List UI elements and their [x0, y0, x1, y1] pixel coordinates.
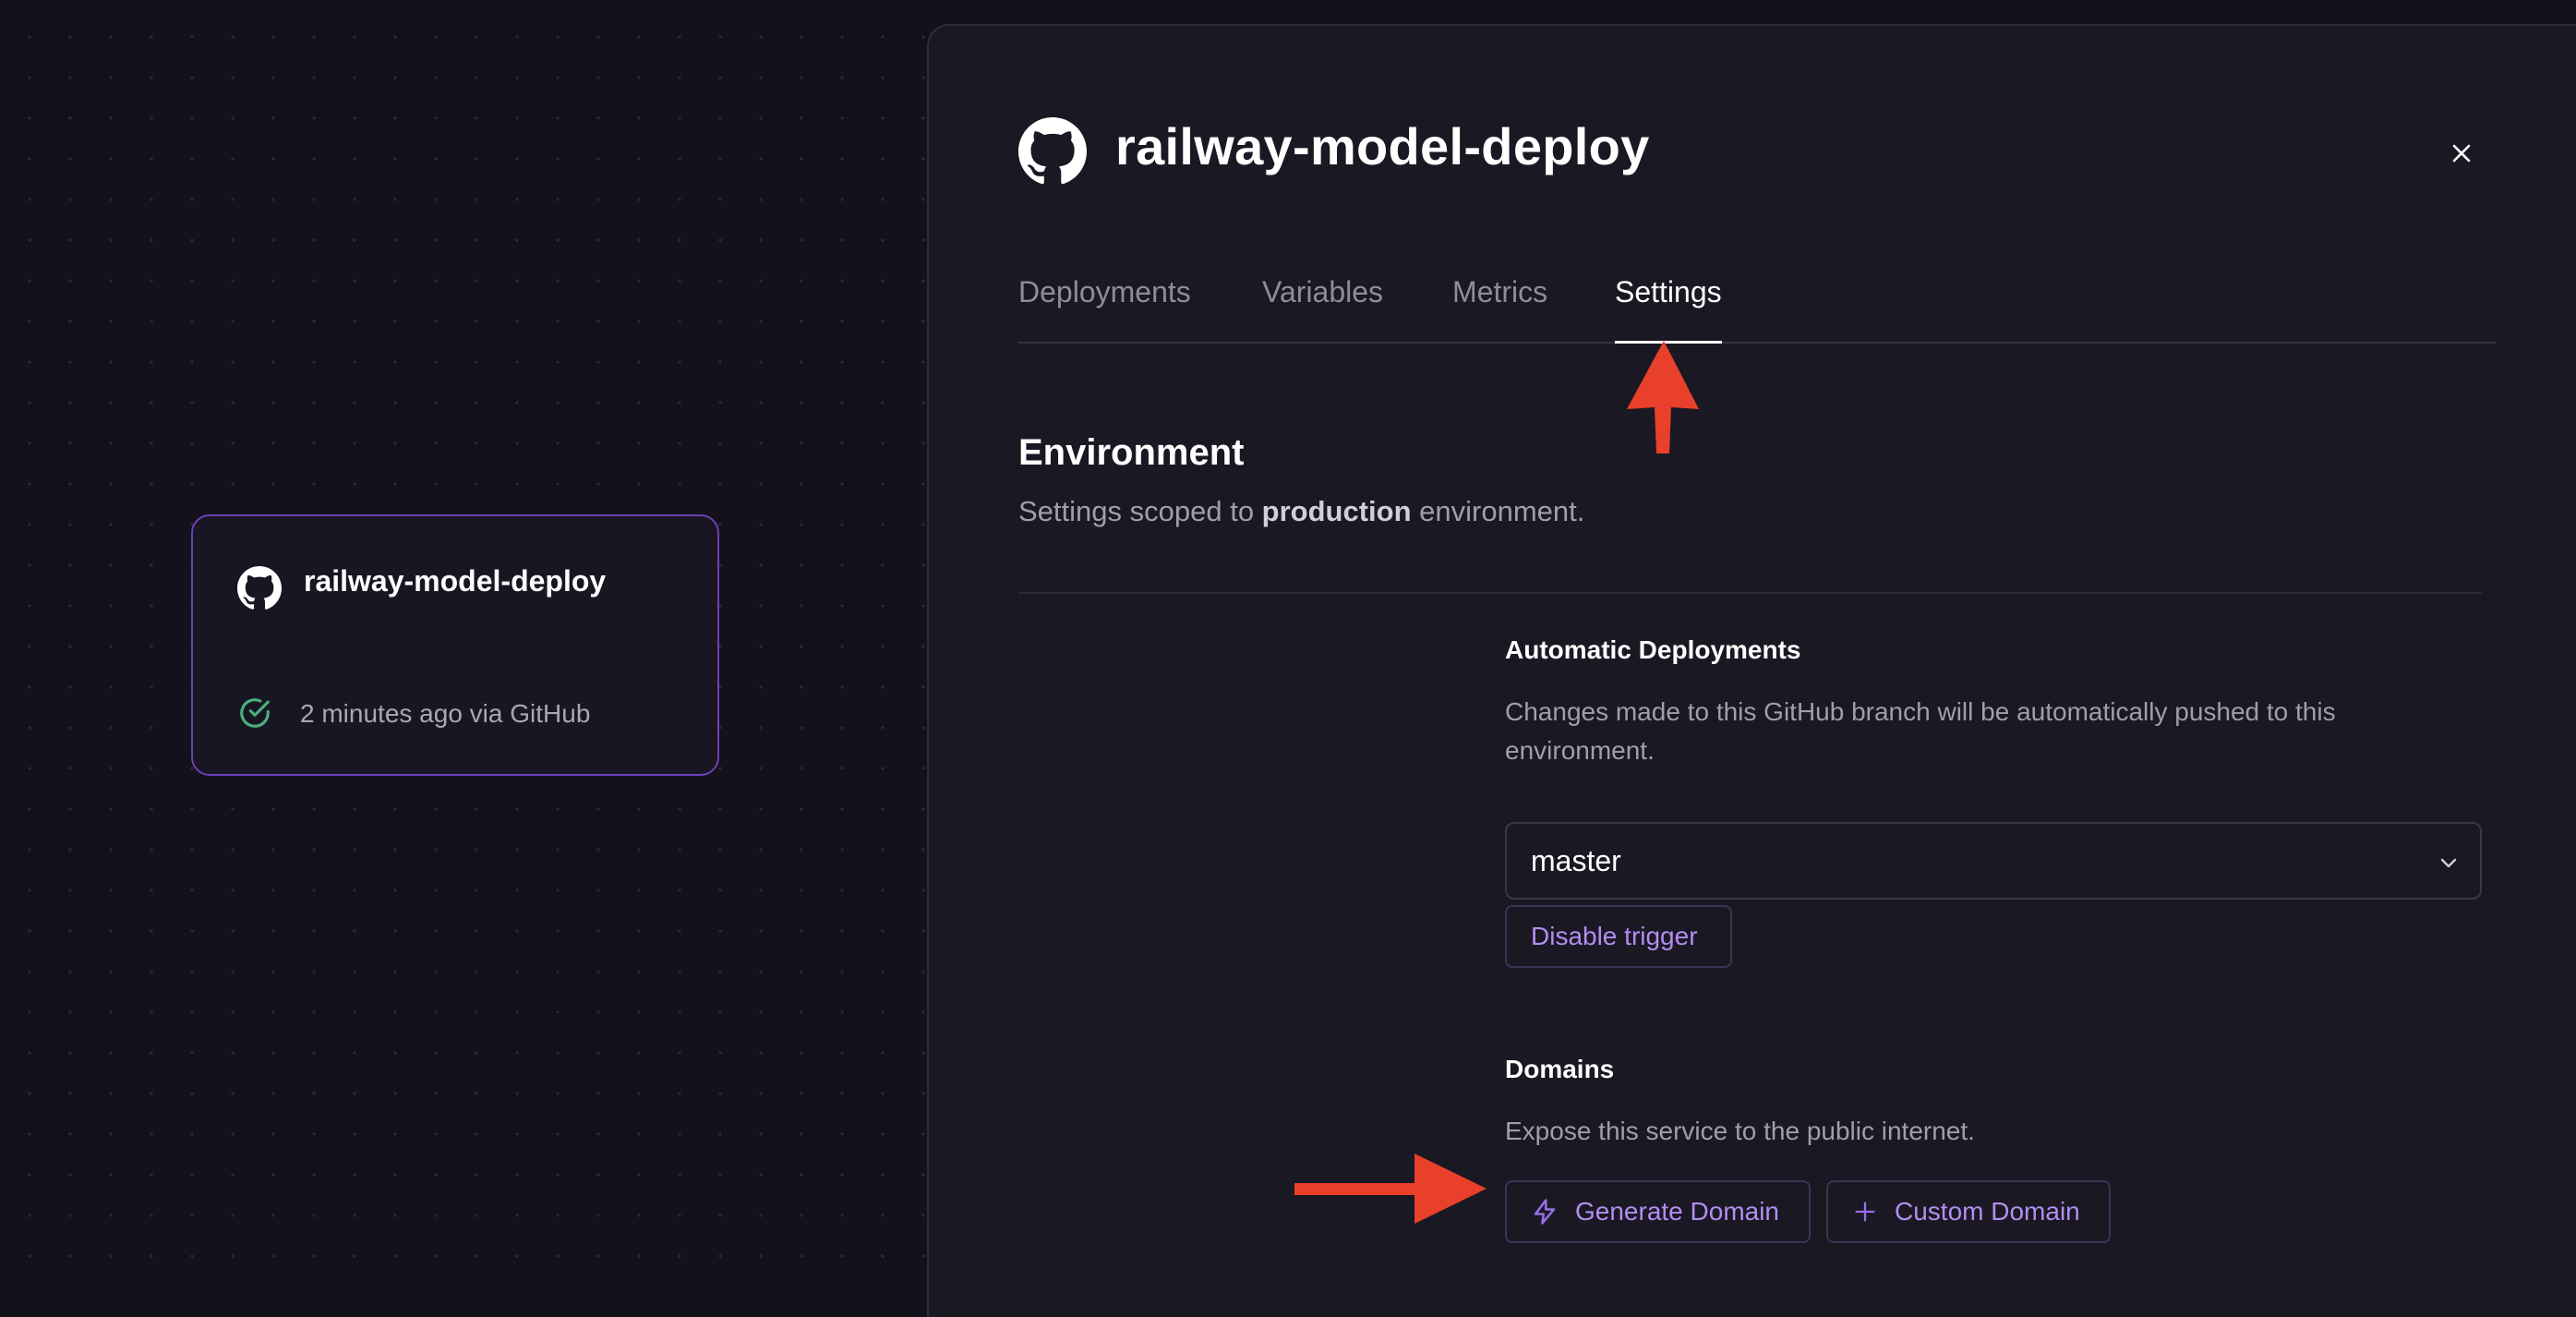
- close-button[interactable]: [2443, 135, 2480, 172]
- tab-bar: Deployments Variables Metrics Settings: [1018, 238, 2496, 344]
- domains-heading: Domains: [1505, 1055, 1615, 1083]
- branch-select-value: master: [1531, 844, 1621, 877]
- service-card-title: railway-model-deploy: [304, 564, 607, 598]
- tab-metrics[interactable]: Metrics: [1452, 275, 1547, 341]
- tab-variables[interactable]: Variables: [1262, 275, 1383, 341]
- deploy-status-text: 2 minutes ago via GitHub: [300, 699, 591, 728]
- disable-trigger-button[interactable]: Disable trigger: [1505, 905, 1732, 968]
- chevron-down-icon: [2440, 858, 2457, 868]
- tab-settings[interactable]: Settings: [1615, 275, 1722, 344]
- automatic-deployments-heading: Automatic Deployments: [1505, 635, 1801, 664]
- environment-name: production: [1261, 495, 1412, 527]
- check-circle-icon: [240, 698, 270, 728]
- branch-select[interactable]: master: [1505, 822, 2482, 900]
- project-canvas: railway-model-deploy 2 minutes ago via G…: [0, 0, 928, 1293]
- tab-deployments[interactable]: Deployments: [1018, 275, 1191, 341]
- section-divider: [1018, 592, 2482, 594]
- lightning-icon: [1534, 1199, 1556, 1225]
- generate-domain-button[interactable]: Generate Domain: [1505, 1180, 1811, 1243]
- github-icon: [237, 566, 282, 610]
- service-card[interactable]: railway-model-deploy 2 minutes ago via G…: [191, 514, 719, 776]
- annotation-arrow-right: [1294, 1154, 1487, 1224]
- panel-title: railway-model-deploy: [1115, 117, 1650, 175]
- annotation-arrow-up: [1627, 341, 1699, 453]
- close-icon: [2452, 144, 2471, 163]
- environment-description: Settings scoped to production environmen…: [1018, 495, 1584, 528]
- custom-domain-label: Custom Domain: [1895, 1197, 2080, 1226]
- environment-desc-suffix: environment.: [1411, 495, 1585, 527]
- automatic-deployments-description: Changes made to this GitHub branch will …: [1505, 697, 2336, 765]
- plus-icon: [1855, 1202, 1875, 1222]
- disable-trigger-label: Disable trigger: [1531, 922, 1698, 950]
- domains-description: Expose this service to the public intern…: [1505, 1117, 1975, 1145]
- custom-domain-button[interactable]: Custom Domain: [1826, 1180, 2111, 1243]
- generate-domain-label: Generate Domain: [1575, 1197, 1780, 1226]
- environment-desc-prefix: Settings scoped to: [1018, 495, 1262, 527]
- environment-heading: Environment: [1018, 432, 1245, 473]
- service-panel: railway-model-deploy Deployments Variabl…: [927, 24, 2576, 1317]
- github-icon: [1018, 117, 1087, 185]
